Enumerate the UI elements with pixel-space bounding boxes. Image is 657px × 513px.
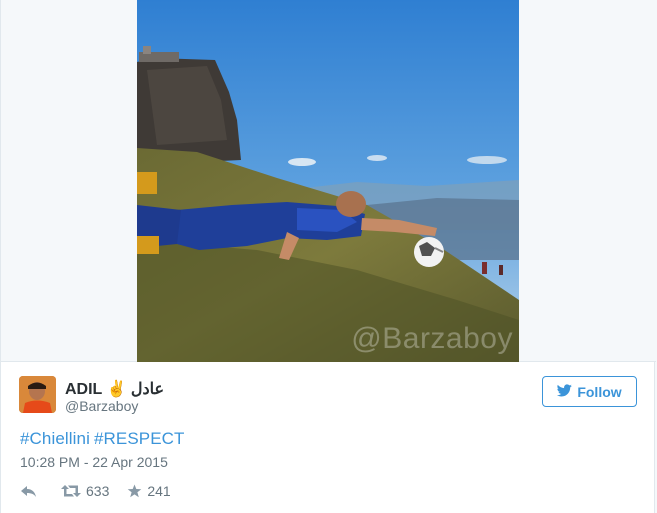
tweet-text: #Chiellini #RESPECT xyxy=(20,429,189,449)
photo-illustration xyxy=(137,0,519,362)
avatar-image xyxy=(19,376,56,413)
favorite-count: 241 xyxy=(147,483,171,499)
retweet-count: 633 xyxy=(86,483,110,499)
hashtag-link[interactable]: #Chiellini xyxy=(20,429,90,448)
tweet-actions: 633 241 xyxy=(20,482,171,500)
star-icon xyxy=(127,484,142,498)
tweet-card: @Barzaboy ADIL ✌ عادل @Barzaboy Follow #… xyxy=(0,0,656,513)
user-handle[interactable]: @Barzaboy xyxy=(65,398,138,414)
favorite-button[interactable]: 241 xyxy=(127,483,171,499)
retweet-button[interactable]: 633 xyxy=(61,483,109,499)
media-area: @Barzaboy xyxy=(1,0,656,362)
retweet-icon xyxy=(61,484,81,498)
tweet-header: ADIL ✌ عادل @Barzaboy Follow xyxy=(19,376,639,416)
reply-button[interactable] xyxy=(20,484,37,498)
follow-label: Follow xyxy=(577,383,622,400)
follow-button[interactable]: Follow xyxy=(542,376,637,407)
user-display-name[interactable]: ADIL ✌ عادل xyxy=(65,379,164,399)
avatar[interactable] xyxy=(19,376,56,413)
tweet-photo[interactable]: @Barzaboy xyxy=(137,0,519,362)
reply-icon xyxy=(20,484,37,498)
tweet-timestamp[interactable]: 10:28 PM - 22 Apr 2015 xyxy=(20,454,168,470)
photo-watermark: @Barzaboy xyxy=(351,322,513,355)
hashtag-link[interactable]: #RESPECT xyxy=(94,429,185,448)
twitter-bird-icon xyxy=(557,383,573,400)
